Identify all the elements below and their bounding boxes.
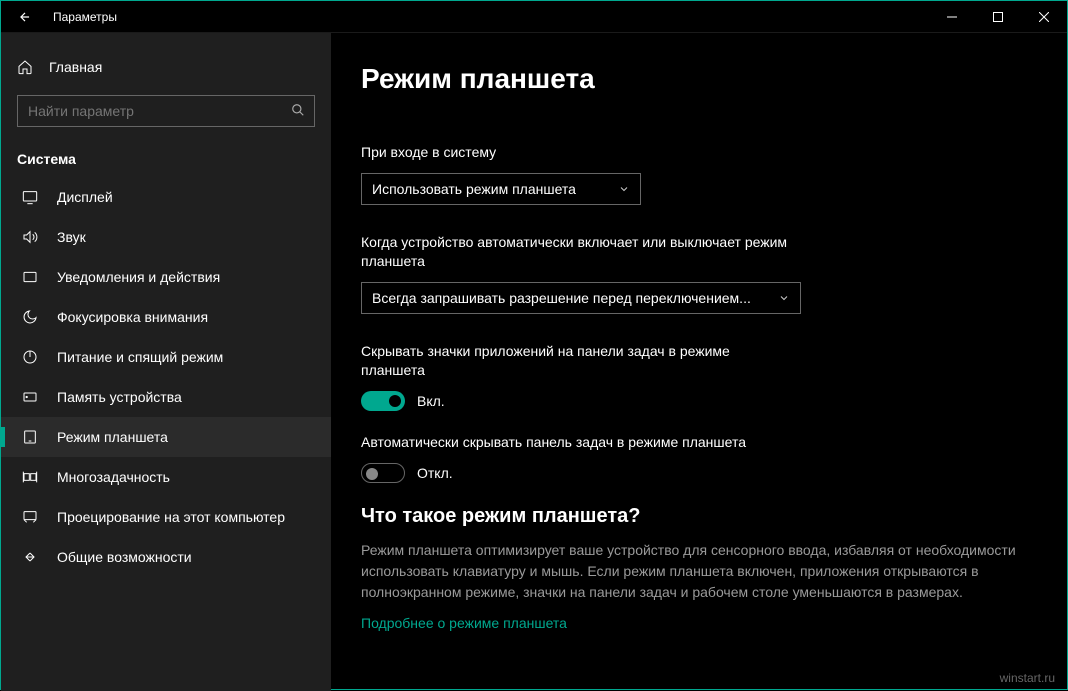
sidebar-item-label: Питание и спящий режим	[57, 349, 223, 365]
sidebar-heading: Система	[1, 127, 331, 177]
hide-icons-toggle[interactable]	[361, 391, 405, 411]
sidebar-item-label: Многозадачность	[57, 469, 170, 485]
hide-icons-state: Вкл.	[417, 393, 445, 409]
sidebar-item-storage[interactable]: Память устройства	[1, 377, 331, 417]
sidebar-item-sound[interactable]: Звук	[1, 217, 331, 257]
window-controls	[929, 1, 1067, 33]
search-input[interactable]	[17, 95, 315, 127]
sidebar-item-label: Память устройства	[57, 389, 182, 405]
auto-hide-taskbar-label: Автоматически скрывать панель задач в ре…	[361, 433, 791, 453]
sidebar-item-label: Общие возможности	[57, 549, 192, 565]
signin-select[interactable]: Использовать режим планшета	[361, 173, 641, 205]
auto-value: Всегда запрашивать разрешение перед пере…	[372, 290, 751, 306]
what-is-heading: Что такое режим планшета?	[361, 505, 1037, 528]
sidebar-item-label: Дисплей	[57, 189, 113, 205]
sidebar: Главная Система Дисплей Звук Уведомления…	[1, 33, 331, 691]
window-title: Параметры	[53, 10, 929, 24]
chevron-down-icon	[618, 183, 630, 195]
auto-label: Когда устройство автоматически включает …	[361, 233, 791, 272]
sidebar-item-label: Звук	[57, 229, 86, 245]
storage-icon	[21, 389, 39, 405]
sidebar-item-multitasking[interactable]: Многозадачность	[1, 457, 331, 497]
sidebar-item-label: Уведомления и действия	[57, 269, 220, 285]
auto-select[interactable]: Всегда запрашивать разрешение перед пере…	[361, 282, 801, 314]
tablet-icon	[21, 429, 39, 445]
close-button[interactable]	[1021, 1, 1067, 33]
signin-label: При входе в систему	[361, 143, 791, 163]
back-button[interactable]	[1, 1, 49, 33]
project-icon	[21, 509, 39, 525]
shared-icon	[21, 549, 39, 565]
search-box	[17, 95, 315, 127]
sidebar-item-label: Фокусировка внимания	[57, 309, 208, 325]
sidebar-item-tablet-mode[interactable]: Режим планшета	[1, 417, 331, 457]
search-icon	[291, 103, 305, 117]
titlebar: Параметры	[1, 1, 1067, 33]
what-is-desc: Режим планшета оптимизирует ваше устройс…	[361, 540, 1037, 603]
sidebar-item-power[interactable]: Питание и спящий режим	[1, 337, 331, 377]
home-button[interactable]: Главная	[1, 51, 331, 83]
page-title: Режим планшета	[361, 63, 1037, 95]
sidebar-item-display[interactable]: Дисплей	[1, 177, 331, 217]
hide-icons-label: Скрывать значки приложений на панели зад…	[361, 342, 791, 381]
watermark: winstart.ru	[1000, 671, 1055, 685]
monitor-icon	[21, 189, 39, 205]
multitasking-icon	[21, 469, 39, 485]
sound-icon	[21, 229, 39, 245]
learn-more-link[interactable]: Подробнее о режиме планшета	[361, 615, 567, 631]
sidebar-item-shared[interactable]: Общие возможности	[1, 537, 331, 577]
sidebar-item-notifications[interactable]: Уведомления и действия	[1, 257, 331, 297]
signin-value: Использовать режим планшета	[372, 181, 576, 197]
sidebar-item-label: Проецирование на этот компьютер	[57, 509, 285, 525]
home-label: Главная	[49, 59, 102, 75]
home-icon	[17, 59, 33, 75]
power-icon	[21, 349, 39, 365]
maximize-button[interactable]	[975, 1, 1021, 33]
notifications-icon	[21, 269, 39, 285]
moon-icon	[21, 309, 39, 325]
sidebar-item-label: Режим планшета	[57, 429, 168, 445]
chevron-down-icon	[778, 292, 790, 304]
content: Режим планшета При входе в систему Испол…	[331, 33, 1067, 691]
sidebar-item-projecting[interactable]: Проецирование на этот компьютер	[1, 497, 331, 537]
auto-hide-taskbar-toggle[interactable]	[361, 463, 405, 483]
minimize-button[interactable]	[929, 1, 975, 33]
sidebar-item-focus[interactable]: Фокусировка внимания	[1, 297, 331, 337]
auto-hide-taskbar-state: Откл.	[417, 465, 453, 481]
